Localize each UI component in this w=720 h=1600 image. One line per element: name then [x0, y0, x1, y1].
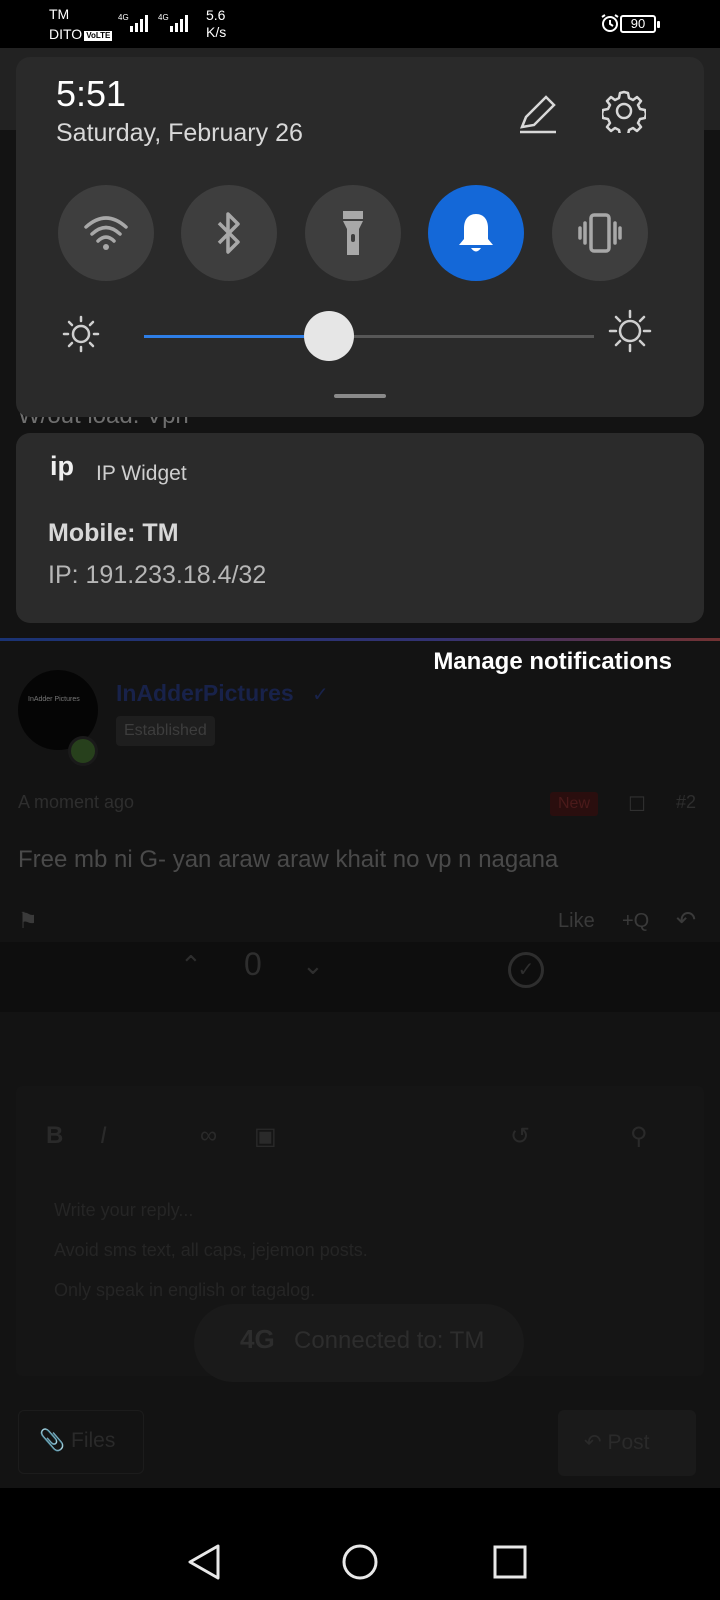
status-bar: TM DITO VoLTE 4G 4G 5.6 K/s 90 — [0, 0, 720, 48]
bluetooth-toggle[interactable] — [181, 185, 277, 281]
brightness-slider[interactable] — [144, 311, 594, 361]
paperclip-icon: 📎 — [39, 1429, 66, 1452]
wifi-icon — [84, 216, 128, 250]
files-label: Files — [71, 1429, 116, 1452]
manage-notifications-link[interactable]: Manage notifications — [380, 648, 672, 676]
link-icon[interactable]: ∞ — [200, 1122, 217, 1150]
divider — [0, 638, 720, 641]
brightness-high-icon — [608, 309, 652, 358]
user-check-icon: ✓ — [312, 684, 329, 706]
volte-badge: VoLTE — [84, 31, 113, 41]
downvote-icon[interactable]: ⌄ — [302, 950, 324, 981]
brightness-fill — [144, 335, 329, 338]
carrier-2: DITO VoLTE — [49, 26, 113, 42]
avatar-text: InAdder Pictures — [28, 696, 80, 703]
reply-placeholder-3: Only speak in english or tagalog. — [54, 1280, 316, 1300]
post-time: A moment ago — [18, 792, 135, 812]
vibrate-toggle[interactable] — [552, 185, 648, 281]
alarm-clock-icon — [600, 13, 620, 38]
notification-title: Mobile: TM — [48, 519, 179, 547]
quick-settings-panel: 5:51 Saturday, February 26 — [16, 57, 704, 417]
preview-icon[interactable]: ⚲ — [630, 1122, 648, 1151]
bookmark-icon[interactable]: ☐ — [628, 792, 646, 817]
back-icon[interactable] — [186, 1542, 222, 1587]
clock: 5:51 — [56, 73, 127, 114]
flashlight-toggle[interactable] — [305, 185, 401, 281]
like-button[interactable]: Like — [558, 910, 595, 933]
gear-icon[interactable] — [600, 89, 648, 138]
carrier-2-name: DITO — [49, 26, 83, 42]
sound-toggle[interactable] — [428, 185, 524, 281]
ip-widget-icon: ip — [50, 451, 74, 481]
bold-icon[interactable]: B — [46, 1122, 63, 1150]
network-speed: 5.6 K/s — [206, 7, 226, 41]
post-body: Free mb ni G- yan araw araw khait no vp … — [18, 846, 559, 873]
carrier-1: TM — [49, 6, 70, 22]
upvote-icon[interactable]: ⌃ — [180, 950, 202, 981]
flag-icon[interactable]: ⚑ — [18, 908, 38, 934]
navigation-bar — [0, 1520, 720, 1600]
signal-1-icon: 4G — [118, 12, 154, 34]
image-icon[interactable]: ▣ — [254, 1122, 277, 1151]
bluetooth-icon — [217, 212, 240, 254]
vibrate-icon — [578, 213, 622, 253]
signal-2-icon: 4G — [158, 12, 194, 34]
reply-placeholder-2: Avoid sms text, all caps, jejemon posts. — [54, 1240, 368, 1260]
undo-icon[interactable]: ↺ — [510, 1122, 530, 1151]
new-badge: New — [550, 792, 599, 816]
connection-network: 4G — [240, 1324, 275, 1354]
connection-text: Connected to: TM — [294, 1327, 485, 1354]
post-button[interactable]: ↶ Post — [558, 1410, 696, 1476]
speed-value: 5.6 — [206, 7, 226, 23]
role-badge: Established — [116, 716, 215, 746]
wifi-toggle[interactable] — [58, 185, 154, 281]
username-link[interactable]: InAdderPictures — [116, 680, 294, 707]
pencil-icon[interactable] — [516, 91, 560, 140]
speed-unit: K/s — [206, 24, 227, 40]
post-label: Post — [607, 1431, 650, 1454]
ip-widget-notification[interactable]: ip IP Widget Mobile: TM IP: 191.233.18.4… — [16, 433, 704, 623]
brightness-knob[interactable] — [303, 311, 354, 361]
flashlight-icon — [343, 211, 363, 255]
date[interactable]: Saturday, February 26 — [56, 119, 303, 148]
battery-level: 90 — [630, 16, 646, 31]
notification-text: IP: 191.233.18.4/32 — [48, 561, 267, 589]
notification-app-name: IP Widget — [96, 462, 187, 485]
network-2-label: 4G — [158, 13, 169, 22]
home-icon[interactable] — [340, 1542, 380, 1587]
files-button[interactable]: 📎 Files — [18, 1410, 144, 1474]
reply-arrow-icon: ↶ — [584, 1431, 602, 1454]
online-badge — [68, 736, 98, 766]
battery-icon: 90 — [620, 15, 660, 33]
quote-button[interactable]: +Q — [622, 910, 649, 933]
reply-icon[interactable]: ↶ — [676, 906, 696, 935]
brightness-low-icon — [62, 315, 100, 358]
recents-icon[interactable] — [492, 1542, 528, 1587]
reply-placeholder-1: Write your reply... — [54, 1200, 194, 1220]
vote-score: 0 — [244, 946, 262, 982]
italic-icon[interactable]: I — [100, 1122, 107, 1150]
post-number[interactable]: #2 — [676, 792, 696, 813]
vote-bar — [0, 942, 720, 1012]
network-1-label: 4G — [118, 13, 129, 22]
bell-icon — [459, 214, 493, 252]
expand-handle[interactable] — [334, 394, 386, 398]
check-icon[interactable]: ✓ — [508, 952, 544, 988]
